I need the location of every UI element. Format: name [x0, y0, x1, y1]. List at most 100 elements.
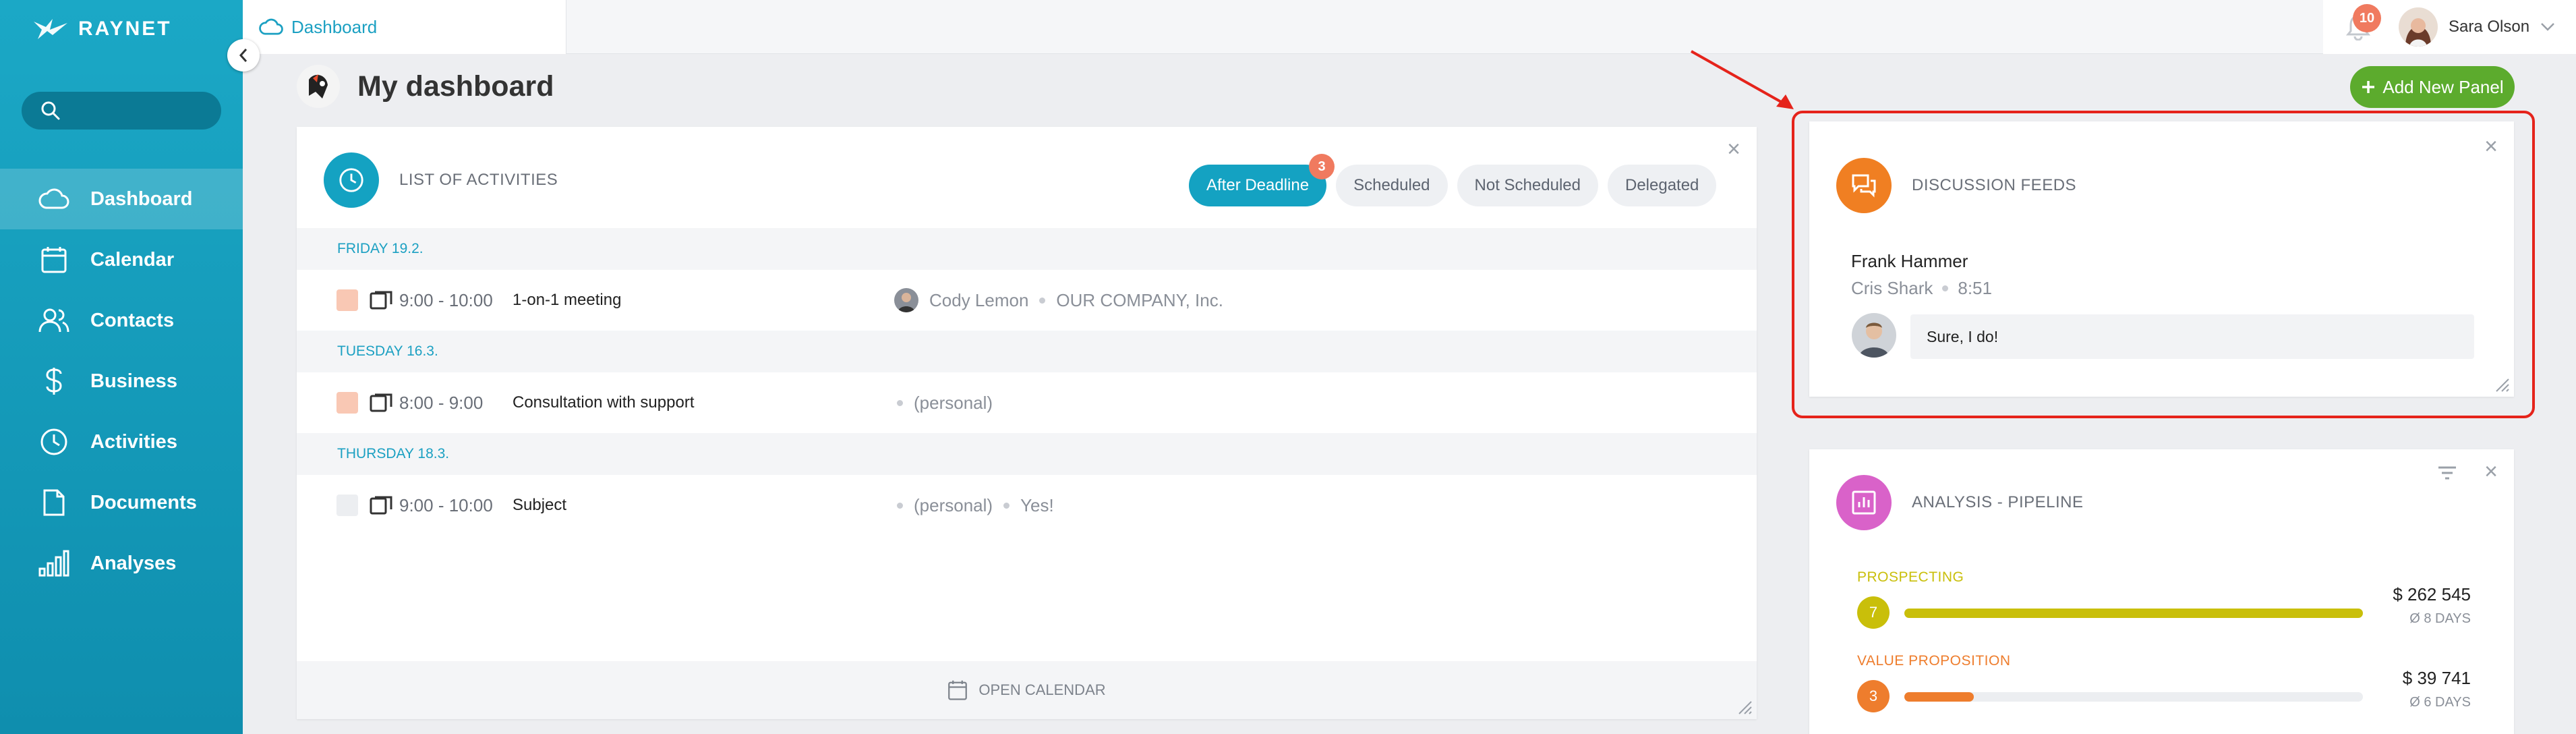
activity-subject[interactable]: 1-on-1 meeting [513, 291, 621, 310]
date-header: TUESDAY 16.3. [297, 331, 1757, 372]
separator-dot [897, 399, 903, 406]
clock-icon [324, 152, 379, 208]
sidebar-item-label: Dashboard [90, 188, 193, 210]
search-input[interactable] [22, 92, 221, 130]
search-icon [41, 101, 60, 120]
sidebar-item-contacts[interactable]: Contacts [0, 290, 243, 351]
cloud-icon [259, 18, 283, 35]
user-avatar[interactable] [2399, 7, 2438, 47]
filter-scheduled[interactable]: Scheduled [1336, 165, 1448, 206]
activity-time: 9:00 - 10:00 [399, 289, 493, 310]
page-header: My dashboard [297, 65, 554, 108]
document-icon [38, 486, 70, 519]
activities-panel: LIST OF ACTIVITIES After Deadline 3 Sche… [297, 127, 1757, 719]
plus-icon [2362, 81, 2375, 93]
logo[interactable]: RAYNET [32, 18, 172, 40]
filter-label: Not Scheduled [1474, 176, 1581, 194]
sidebar: RAYNET Dashboard Calendar Contacts Busin… [0, 0, 243, 734]
sidebar-nav: Dashboard Calendar Contacts Business Act… [0, 169, 243, 594]
stage-count-badge: 3 [1857, 680, 1890, 712]
panel-title: ANALYSIS - PIPELINE [1912, 493, 2084, 511]
stage-amount: $ 39 741 [2402, 668, 2471, 688]
user-area: 10 Sara Olson [2323, 0, 2576, 54]
date-header: FRIDAY 19.2. [297, 228, 1757, 270]
activity-subject[interactable]: Subject [513, 496, 566, 515]
highlight-frame [1792, 111, 2535, 418]
status-checkbox[interactable] [336, 289, 358, 311]
meeting-icon [370, 291, 392, 310]
annotation-arrow [1691, 50, 1794, 109]
close-panel-button[interactable]: × [2484, 460, 2498, 483]
stage-bar-fill [1904, 609, 2363, 618]
sidebar-item-activities[interactable]: Activities [0, 412, 243, 472]
tab-label: Dashboard [291, 16, 378, 37]
page-title: My dashboard [357, 69, 554, 103]
separator-dot [1039, 297, 1046, 304]
activity-meta: (personal) Yes! [897, 495, 1054, 516]
sidebar-item-documents[interactable]: Documents [0, 472, 243, 533]
stage-bar-fill [1904, 692, 1974, 702]
filter-not-scheduled[interactable]: Not Scheduled [1457, 165, 1598, 206]
filter-label: Scheduled [1353, 176, 1430, 194]
panel-title: LIST OF ACTIVITIES [399, 171, 558, 189]
tab-dashboard[interactable]: Dashboard [243, 0, 566, 54]
sidebar-item-label: Business [90, 370, 177, 392]
stage-days: Ø 6 DAYS [2409, 695, 2471, 710]
filter-badge: 3 [1309, 154, 1335, 179]
filter-after-deadline[interactable]: After Deadline 3 [1189, 154, 1335, 206]
activity-row[interactable]: 8:00 - 9:00 Consultation with support (p… [297, 372, 1757, 433]
cloud-icon [38, 183, 70, 215]
user-name[interactable]: Sara Olson [2449, 18, 2529, 36]
activity-subject[interactable]: Consultation with support [513, 393, 694, 412]
resize-handle-icon[interactable] [1735, 698, 1753, 715]
panel-header: LIST OF ACTIVITIES [324, 152, 558, 208]
person-name[interactable]: Cody Lemon [929, 290, 1028, 311]
status-checkbox[interactable] [336, 495, 358, 516]
raynet-logo-icon [34, 19, 67, 39]
sidebar-item-calendar[interactable]: Calendar [0, 229, 243, 290]
sidebar-item-label: Documents [90, 491, 197, 513]
stage-name: VALUE PROPOSITION [1857, 653, 2011, 669]
separator-dot [1003, 502, 1010, 509]
sidebar-item-dashboard[interactable]: Dashboard [0, 169, 243, 229]
sidebar-item-label: Contacts [90, 309, 175, 331]
status-checkbox[interactable] [336, 392, 358, 414]
company-name: (personal) [914, 392, 993, 413]
topbar: Dashboard 10 Sara Olson [243, 0, 2576, 54]
close-panel-button[interactable]: × [1727, 138, 1740, 161]
contacts-icon [38, 304, 70, 337]
dashboard-avatar [297, 65, 340, 108]
activity-extra: Yes! [1020, 495, 1054, 515]
filter-label: Delegated [1624, 176, 1699, 194]
separator-dot [897, 502, 903, 509]
pipeline-panel: ANALYSIS - PIPELINE × PROSPECTING 7 $ 26… [1809, 449, 2514, 734]
sidebar-item-business[interactable]: Business [0, 351, 243, 412]
activity-filters: After Deadline 3 Scheduled Not Scheduled… [1189, 154, 1717, 206]
meeting-icon [370, 393, 392, 412]
company-name[interactable]: OUR COMPANY, Inc. [1056, 290, 1223, 311]
activity-time: 8:00 - 9:00 [399, 392, 484, 413]
open-calendar-button[interactable]: OPEN CALENDAR [297, 661, 1757, 719]
company-name: (personal) [914, 495, 993, 515]
filter-label: After Deadline [1206, 176, 1310, 194]
sidebar-item-label: Calendar [90, 248, 175, 271]
activity-row[interactable]: 9:00 - 10:00 1-on-1 meeting Cody Lemon O… [297, 270, 1757, 331]
chevron-down-icon[interactable] [2540, 22, 2555, 32]
notifications-button[interactable]: 10 [2346, 4, 2381, 40]
filter-icon[interactable] [2437, 465, 2457, 480]
sidebar-item-analyses[interactable]: Analyses [0, 533, 243, 594]
collapse-sidebar-button[interactable] [227, 39, 260, 72]
dollar-icon [38, 365, 70, 397]
add-new-panel-label: Add New Panel [2382, 76, 2504, 97]
add-new-panel-button[interactable]: Add New Panel [2350, 66, 2515, 108]
stage-days: Ø 8 DAYS [2409, 611, 2471, 626]
stage-name: PROSPECTING [1857, 569, 1964, 585]
activity-row[interactable]: 9:00 - 10:00 Subject (personal) Yes! [297, 475, 1757, 536]
chevron-left-icon [239, 49, 247, 62]
stage-bar-track [1904, 692, 2363, 702]
activity-meta: Cody Lemon OUR COMPANY, Inc. [894, 288, 1223, 312]
filter-delegated[interactable]: Delegated [1607, 165, 1717, 206]
bar-chart-icon [38, 547, 70, 580]
sidebar-item-label: Activities [90, 430, 177, 453]
stage-amount: $ 262 545 [2393, 584, 2471, 604]
